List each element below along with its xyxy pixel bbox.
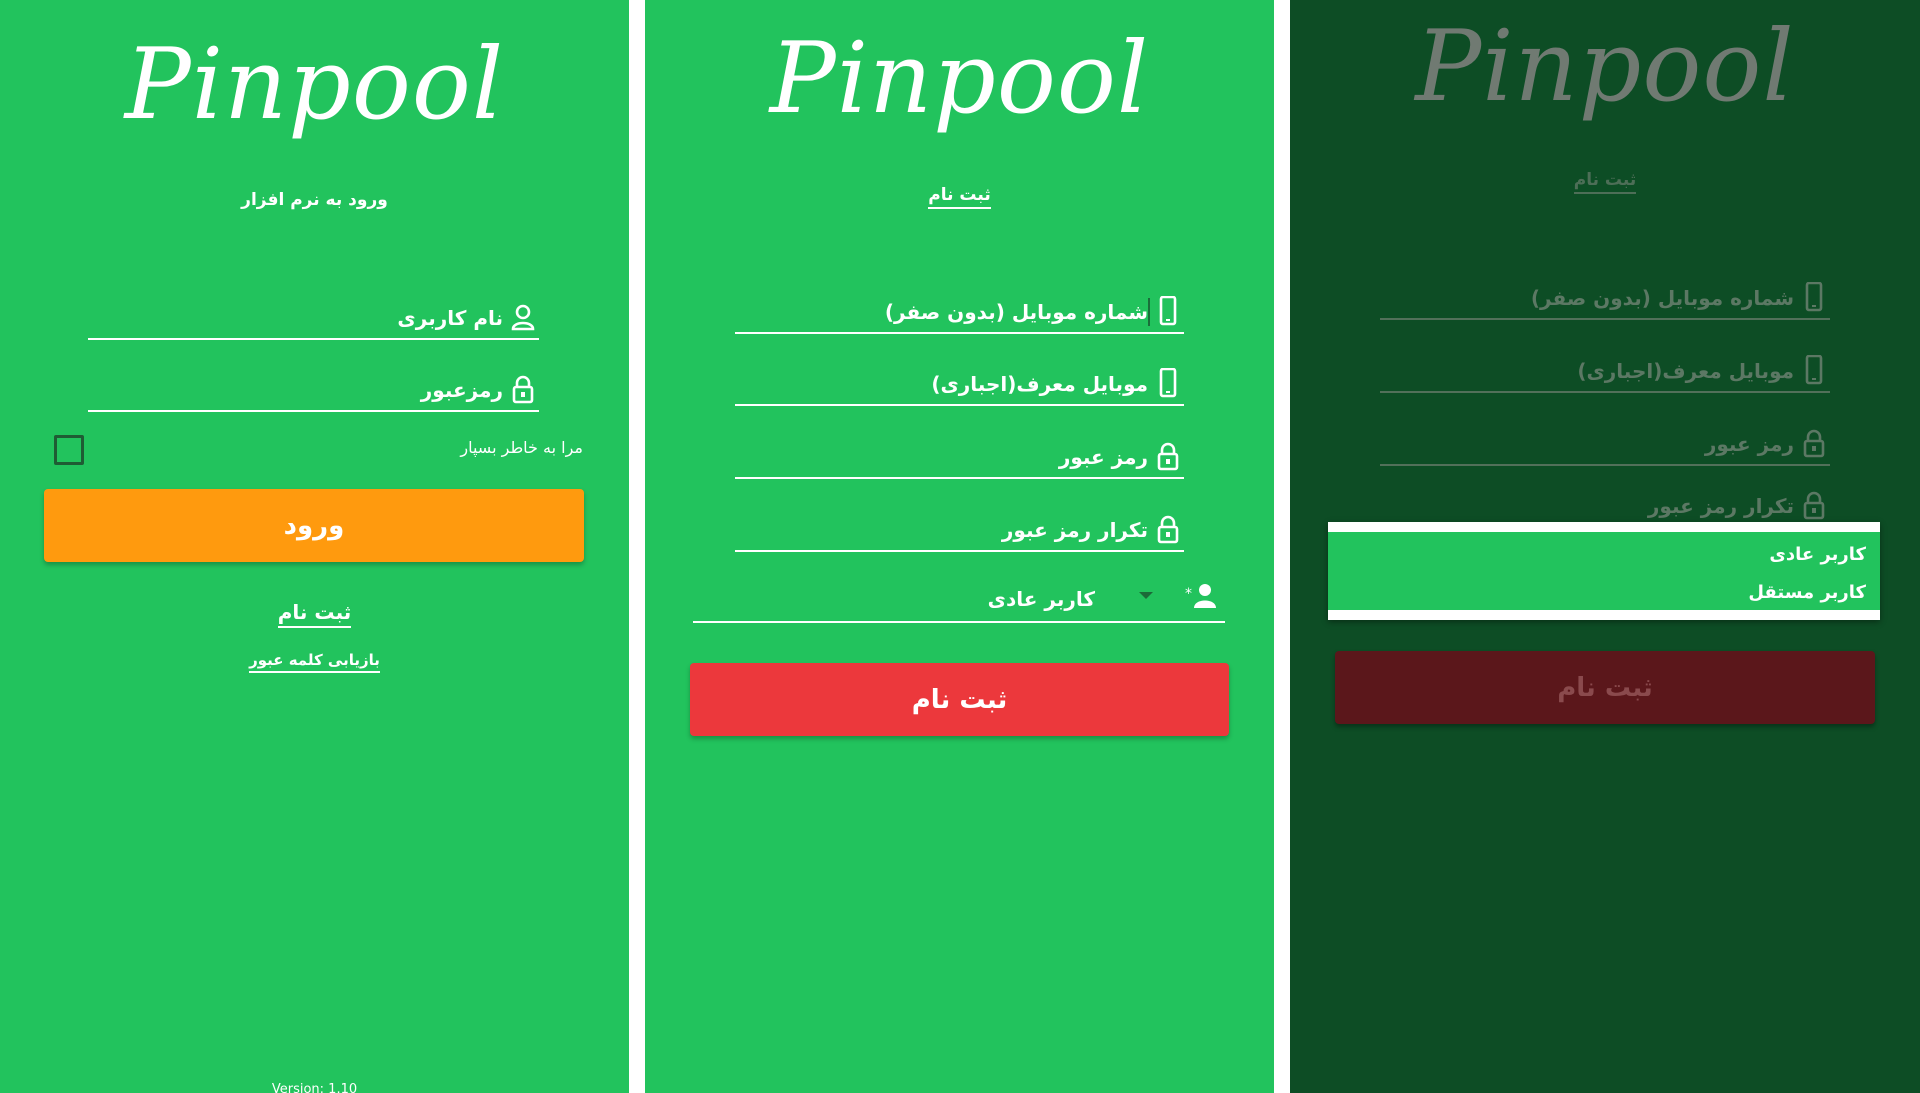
user-type-dropdown: کاربر عادی کاربر مستقل: [1328, 522, 1880, 620]
password-placeholder: رمزعبور: [420, 378, 503, 402]
dropdown-option-normal-user[interactable]: کاربر عادی: [1769, 544, 1866, 565]
password-field[interactable]: رمزعبور: [88, 374, 539, 412]
password-repeat-placeholder: تکرار رمز عبور: [1647, 494, 1794, 518]
version-label: Version: 1.10: [271, 1082, 358, 1093]
app-logo: Pinpool: [124, 28, 505, 142]
mobile-icon: [1800, 282, 1828, 312]
register-button[interactable]: ثبت نام: [1335, 651, 1875, 724]
password-placeholder: رمز عبور: [1058, 445, 1148, 469]
dropdown-option-independent-user[interactable]: کاربر مستقل: [1748, 582, 1866, 603]
password-repeat-field[interactable]: تکرار رمز عبور: [1380, 490, 1830, 526]
mobile-field[interactable]: شماره موبایل (بدون صفر): [735, 296, 1184, 334]
recover-link-text: بازیابی کلمه عبور: [249, 651, 380, 673]
remember-me-checkbox[interactable]: [54, 435, 84, 465]
dropdown-list: کاربر عادی کاربر مستقل: [1328, 532, 1880, 610]
chevron-down-icon: [1139, 592, 1153, 599]
login-screen: Pinpool ورود به نرم افزار نام کاربری رمز…: [0, 0, 629, 1093]
register-screen: Pinpool ثبت نام شماره موبایل (بدون صفر) …: [645, 0, 1274, 1093]
register-subtitle: ثبت نام: [645, 185, 1274, 209]
register-link[interactable]: ثبت نام: [0, 600, 629, 628]
register-subtitle: ثبت نام: [1290, 170, 1920, 194]
referrer-placeholder: موبایل معرف(اجباری): [1577, 359, 1794, 383]
lock-icon: [1154, 514, 1182, 544]
mobile-icon: [1800, 355, 1828, 385]
password-field[interactable]: رمز عبور: [1380, 428, 1830, 466]
recover-password-link[interactable]: بازیابی کلمه عبور: [0, 651, 629, 673]
lock-icon: [1800, 428, 1828, 458]
user-type-value: کاربر عادی: [987, 587, 1095, 611]
text-caret: [1148, 298, 1150, 326]
username-field[interactable]: نام کاربری: [88, 302, 539, 340]
user-icon: [509, 302, 537, 332]
user-type-select[interactable]: کاربر عادی *: [693, 577, 1225, 623]
remember-me-label: مرا به خاطر بسپار: [460, 438, 583, 457]
lock-icon: [1800, 490, 1828, 520]
register-dropdown-screen: Pinpool ثبت نام شماره موبایل (بدون صفر) …: [1290, 0, 1920, 1093]
lock-icon: [509, 374, 537, 404]
add-user-icon: *: [1183, 581, 1219, 611]
lock-icon: [1154, 441, 1182, 471]
mobile-icon: [1154, 368, 1182, 398]
mobile-field[interactable]: شماره موبایل (بدون صفر): [1380, 282, 1830, 320]
referrer-mobile-field[interactable]: موبایل معرف(اجباری): [1380, 355, 1830, 393]
mobile-icon: [1154, 296, 1182, 326]
register-button[interactable]: ثبت نام: [690, 663, 1229, 736]
register-subtitle-text: ثبت نام: [928, 185, 991, 209]
password-repeat-placeholder: تکرار رمز عبور: [1001, 518, 1148, 542]
svg-text:*: *: [1185, 586, 1192, 602]
referrer-mobile-field[interactable]: موبایل معرف(اجباری): [735, 368, 1184, 406]
mobile-placeholder: شماره موبایل (بدون صفر): [884, 300, 1148, 324]
register-subtitle-text: ثبت نام: [1573, 170, 1637, 194]
login-button[interactable]: ورود: [44, 489, 584, 562]
login-subtitle: ورود به نرم افزار: [241, 190, 388, 210]
referrer-placeholder: موبایل معرف(اجباری): [931, 372, 1148, 396]
register-link-text: ثبت نام: [277, 600, 352, 628]
username-placeholder: نام کاربری: [397, 306, 503, 330]
mobile-placeholder: شماره موبایل (بدون صفر): [1530, 286, 1794, 310]
app-logo: Pinpool: [1415, 10, 1795, 124]
app-logo: Pinpool: [769, 22, 1150, 136]
password-repeat-field[interactable]: تکرار رمز عبور: [735, 514, 1184, 552]
password-placeholder: رمز عبور: [1704, 432, 1794, 456]
password-field[interactable]: رمز عبور: [735, 441, 1184, 479]
